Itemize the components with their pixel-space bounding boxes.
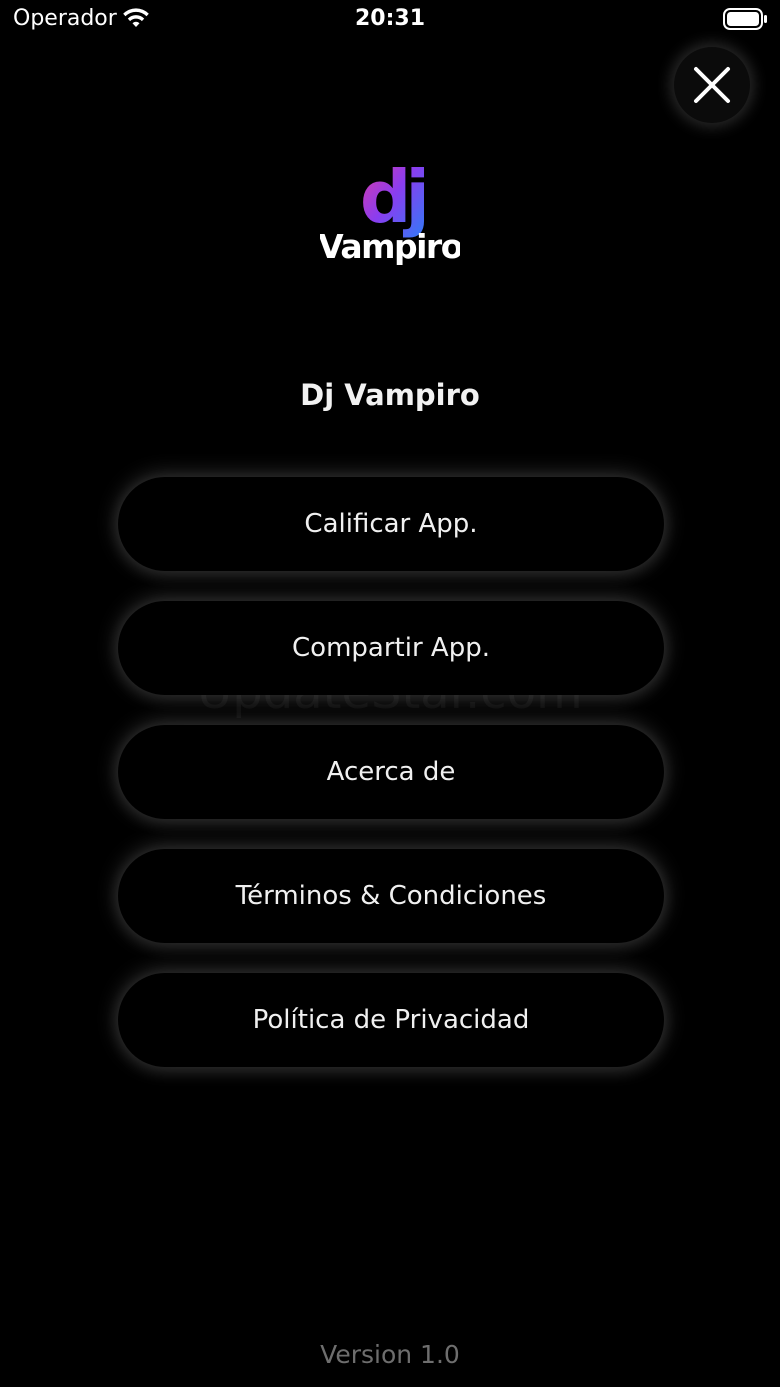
rate-app-button[interactable]: Calificar App. [118,477,664,571]
app-title: Dj Vampiro [300,378,480,412]
options-menu: Calificar App. Compartir App. Acerca de … [118,477,664,1097]
logo-word: Vampiro [320,227,460,266]
close-button[interactable] [674,47,750,123]
close-icon [694,67,730,103]
status-bar: Operador 20:31 [0,0,780,40]
rate-app-label: Calificar App. [304,509,478,539]
battery-full-icon [723,8,767,30]
privacy-policy-button[interactable]: Política de Privacidad [118,973,664,1067]
privacy-policy-label: Política de Privacidad [252,1005,530,1035]
about-label: Acerca de [326,757,456,787]
status-time: 20:31 [354,6,426,31]
share-app-button[interactable]: Compartir App. [118,601,664,695]
terms-label: Términos & Condiciones [235,881,547,911]
version-label: Version 1.0 [320,1340,460,1369]
share-app-label: Compartir App. [292,633,490,663]
terms-button[interactable]: Términos & Condiciones [118,849,664,943]
about-button[interactable]: Acerca de [118,725,664,819]
app-logo: dj Vampiro [320,158,460,266]
